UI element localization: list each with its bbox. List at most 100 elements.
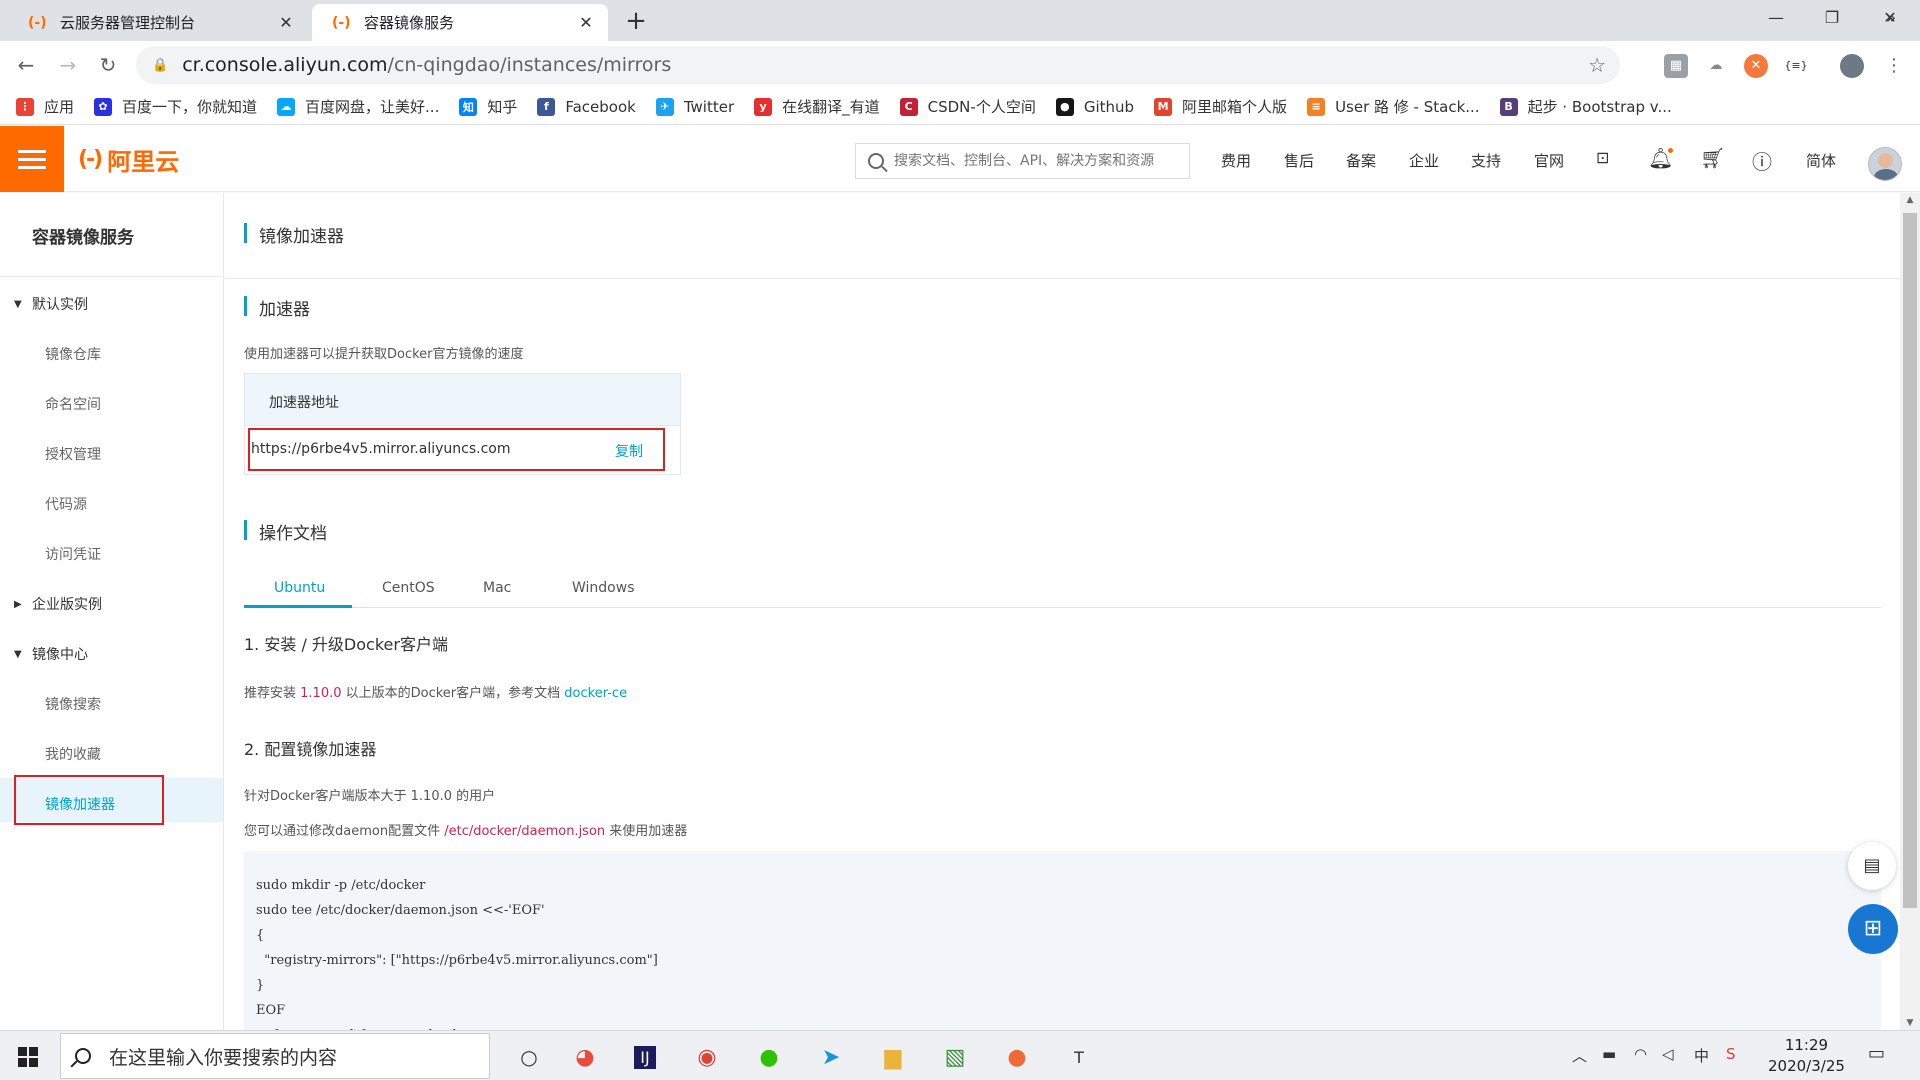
help-question-icon[interactable]: ⓘ: [1752, 146, 1772, 175]
taskbar-clock[interactable]: 11:29 2020/3/25: [1768, 1035, 1845, 1077]
bookmark-item[interactable]: ✈ Twitter: [655, 97, 735, 116]
bookmark-item[interactable]: B 起步 · Bootstrap v...: [1499, 96, 1672, 117]
tab-close-icon[interactable]: ✕: [576, 13, 596, 32]
sidebar-item-repositories[interactable]: 镜像仓库: [45, 344, 101, 364]
sidebar-item-access-credentials[interactable]: 访问凭证: [45, 544, 101, 564]
bookmark-item[interactable]: M 阿里邮箱个人版: [1154, 96, 1287, 117]
bookmark-item[interactable]: ☁ 百度网盘，让美好...: [277, 96, 439, 117]
tray-ime-indicator[interactable]: 中: [1694, 1045, 1709, 1066]
nav-enterprise[interactable]: 企业: [1409, 150, 1439, 171]
step2-title: 2. 配置镜像加速器: [244, 740, 377, 759]
tab-ubuntu[interactable]: Ubuntu: [274, 580, 325, 596]
sidebar-group-image-center[interactable]: ▼ 镜像中心: [14, 644, 88, 664]
tray-volume-icon[interactable]: ◁: [1662, 1045, 1674, 1063]
new-tab-plus-icon[interactable]: +: [620, 6, 652, 38]
forward-arrow-icon[interactable]: →: [52, 49, 84, 81]
nav-aftersales[interactable]: 售后: [1284, 150, 1314, 171]
reload-icon[interactable]: ↻: [92, 49, 124, 81]
url-path: /cn-qingdao/instances/mirrors: [387, 54, 672, 76]
sidebar-item-authorization[interactable]: 授权管理: [45, 444, 101, 464]
bookmark-item[interactable]: f Facebook: [537, 97, 636, 116]
bookmark-item[interactable]: ● Github: [1055, 97, 1134, 116]
tab-centos[interactable]: CentOS: [382, 580, 435, 596]
nav-icp[interactable]: 备案: [1346, 150, 1376, 171]
bookmark-label: 在线翻译_有道: [782, 98, 880, 116]
bookmark-label: 知乎: [487, 98, 518, 116]
user-avatar[interactable]: [1868, 147, 1902, 181]
bookmark-item[interactable]: y 在线翻译_有道: [754, 96, 880, 117]
language-switch[interactable]: 简体: [1806, 150, 1836, 171]
back-arrow-icon[interactable]: ←: [10, 49, 42, 81]
sidebar-item-namespaces[interactable]: 命名空间: [45, 394, 101, 414]
taskbar-app-postman-icon[interactable]: ●: [988, 1037, 1046, 1077]
bookmarks-overflow-icon[interactable]: »: [1886, 8, 1896, 27]
profile-avatar-icon[interactable]: [1840, 54, 1864, 78]
tray-expand-icon[interactable]: ︿: [1572, 1045, 1587, 1066]
bookmark-label: 阿里邮箱个人版: [1182, 98, 1288, 116]
sidebar-item-code-source[interactable]: 代码源: [45, 494, 87, 514]
extension-badge-icon[interactable]: ▦: [1664, 54, 1688, 78]
tab-windows[interactable]: Windows: [572, 580, 635, 596]
tray-app-icon[interactable]: S: [1726, 1045, 1736, 1063]
taskbar-app-typora-icon[interactable]: T: [1050, 1037, 1108, 1077]
bookmark-item[interactable]: ≡ User 路 修 - Stack...: [1307, 96, 1480, 117]
app-grid-icon[interactable]: ⊞: [1848, 904, 1898, 954]
bookmark-label: Twitter: [683, 97, 735, 116]
nav-official-site[interactable]: 官网: [1534, 150, 1564, 171]
aliyun-logo[interactable]: (-) 阿里云: [78, 142, 179, 177]
bookmark-item[interactable]: ⋮ 应用: [16, 96, 74, 117]
taskbar-app-intellij-icon[interactable]: IJ: [616, 1037, 674, 1077]
console-search-box[interactable]: [855, 143, 1190, 179]
tab-mac[interactable]: Mac: [483, 580, 511, 596]
browser-tab-ecs-console[interactable]: (-) 云服务器管理控制台 ✕: [8, 4, 308, 41]
window-maximize-icon[interactable]: ❐: [1804, 0, 1860, 36]
chat-feedback-icon[interactable]: ▤: [1848, 842, 1896, 890]
taskbar-app-chrome-icon[interactable]: ◉: [678, 1037, 736, 1077]
bookmark-item[interactable]: 知知乎: [459, 96, 517, 117]
sidebar-item-image-search[interactable]: 镜像搜索: [45, 694, 101, 714]
aliyun-mail-icon: M: [1154, 97, 1173, 116]
bookmark-item[interactable]: C CSDN-个人空间: [899, 96, 1036, 117]
page-scrollbar[interactable]: ▲ ▼: [1900, 193, 1920, 1030]
taskbar-search-box[interactable]: 在这里输入你要搜索的内容: [60, 1033, 490, 1079]
taskbar-app-wechat-icon[interactable]: ●: [740, 1037, 798, 1077]
url-text: cr.console.aliyun.com/cn-qingdao/instanc…: [182, 54, 671, 76]
taskbar-app-telegram-icon[interactable]: ➤: [802, 1037, 860, 1077]
bookmark-star-icon[interactable]: ☆: [1588, 53, 1606, 77]
window-minimize-icon[interactable]: —: [1748, 0, 1804, 36]
address-bar[interactable]: 🔒 cr.console.aliyun.com/cn-qingdao/insta…: [136, 46, 1620, 84]
scrollbar-thumb[interactable]: [1903, 213, 1917, 908]
step2-pre: 您可以通过修改daemon配置文件: [244, 824, 445, 839]
tray-battery-icon[interactable]: ▬: [1602, 1045, 1616, 1063]
bookmark-item[interactable]: ✿ 百度一下，你就知道: [94, 96, 257, 117]
console-search-input[interactable]: [894, 153, 1174, 169]
step2-post: 来使用加速器: [605, 824, 688, 839]
caret-right-icon: ▶: [14, 598, 22, 610]
sidebar-group-default-instance[interactable]: ▼ 默认实例: [14, 294, 88, 314]
terminal-icon[interactable]: ⊡: [1596, 148, 1609, 167]
cart-icon[interactable]: 🛒︎: [1700, 146, 1725, 170]
step1-text: 推荐安装 1.10.0 以上版本的Docker客户端，参考文档 docker-c…: [244, 682, 627, 701]
sidebar-group-enterprise-instance[interactable]: ▶ 企业版实例: [14, 594, 102, 614]
extension-json-icon[interactable]: {≡}: [1784, 54, 1808, 78]
docker-ce-link[interactable]: docker-ce: [564, 686, 627, 701]
taskbar-app-image-viewer-icon[interactable]: ▧: [926, 1037, 984, 1077]
extension-orange-icon[interactable]: ✕: [1744, 54, 1768, 78]
browser-menu-icon[interactable]: ⋮: [1882, 54, 1906, 78]
extension-cloud-icon[interactable]: ☁: [1704, 54, 1728, 78]
nav-billing[interactable]: 费用: [1221, 150, 1251, 171]
tray-wifi-icon[interactable]: ◠: [1634, 1045, 1647, 1063]
sidebar-divider: [0, 276, 223, 277]
tab-close-icon[interactable]: ✕: [276, 13, 296, 32]
task-view-icon[interactable]: ○: [500, 1037, 558, 1077]
sidebar-item-favorites[interactable]: 我的收藏: [45, 744, 101, 764]
taskbar-app-file-explorer-icon[interactable]: ▆: [864, 1037, 922, 1077]
scroll-up-arrow-icon[interactable]: ▲: [1900, 195, 1920, 205]
scroll-down-arrow-icon[interactable]: ▼: [1900, 1018, 1920, 1028]
hamburger-menu-icon[interactable]: [0, 126, 64, 192]
browser-tab-container-registry[interactable]: (-) 容器镜像服务 ✕: [312, 4, 608, 41]
nav-support[interactable]: 支持: [1471, 150, 1501, 171]
windows-start-icon[interactable]: [18, 1047, 38, 1067]
taskbar-app-browser-icon[interactable]: ◕: [556, 1037, 614, 1077]
notification-center-icon[interactable]: ▭: [1868, 1043, 1885, 1064]
